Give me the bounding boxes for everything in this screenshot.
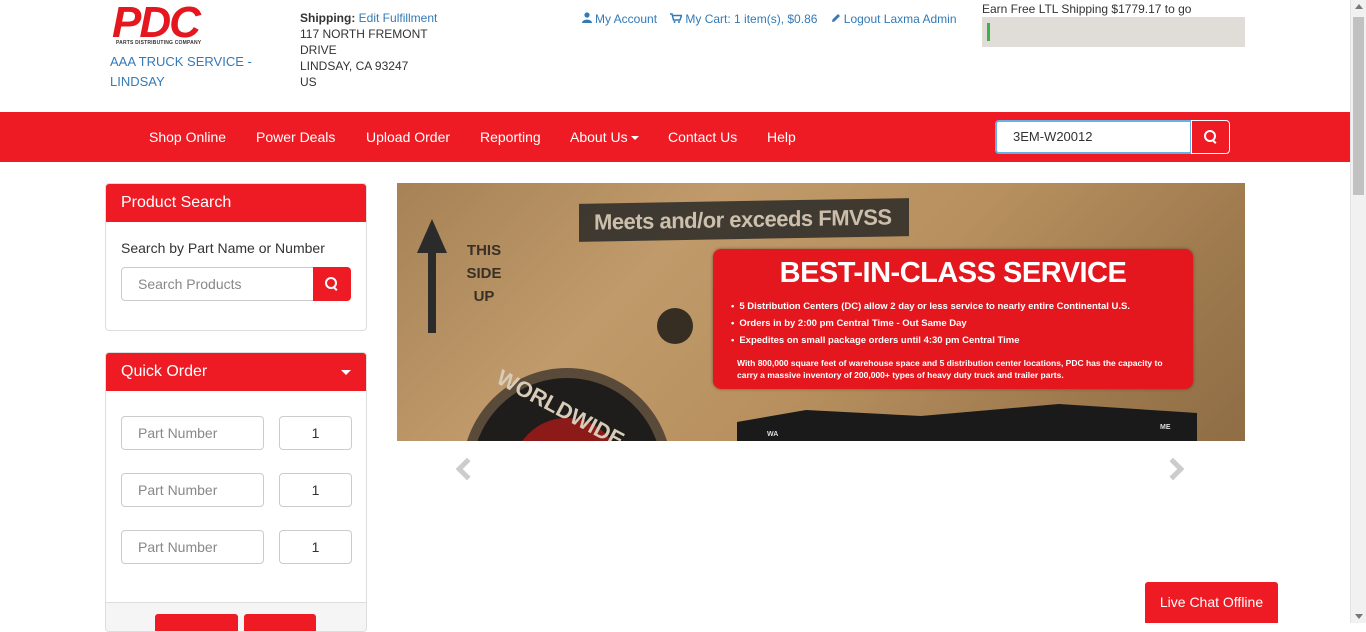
card-bullet: 5 Distribution Centers (DC) allow 2 day … [731, 301, 1130, 312]
product-search-input[interactable]: Search Products [121, 267, 314, 301]
quantity-input[interactable]: 1 [279, 473, 352, 507]
meets-strip: Meets and/or exceeds FMVSS [579, 198, 909, 242]
nav-about-us[interactable]: About Us [570, 112, 639, 162]
pencil-icon [831, 14, 840, 22]
meets-text: Meets and/or exceeds FMVSS [594, 204, 892, 235]
nav-reporting[interactable]: Reporting [480, 112, 541, 162]
chevron-right-icon [1161, 457, 1185, 481]
pdc-logo[interactable]: PDC PARTS DISTRIBUTING COMPANY [112, 0, 212, 48]
part-number-input[interactable]: Part Number [121, 416, 264, 450]
card-bullet: Orders in by 2:00 pm Central Time - Out … [731, 318, 966, 329]
nav-about-us-label: About Us [570, 129, 628, 145]
card-description: With 800,000 square feet of warehouse sp… [737, 358, 1163, 380]
ltl-shipping-progress: Earn Free LTL Shipping $1779.17 to go [982, 1, 1245, 47]
promo-carousel[interactable]: Meets and/or exceeds FMVSS THIS SIDE UP … [397, 183, 1245, 441]
this-side-up-text: THIS SIDE UP [459, 239, 509, 308]
caret-down-icon[interactable] [341, 370, 351, 375]
company-name-link[interactable]: AAA TRUCK SERVICE - LINDSAY [110, 52, 270, 92]
my-cart-link[interactable]: My Cart: 1 item(s), $0.86 [670, 12, 820, 26]
carousel-next-button[interactable] [1161, 457, 1187, 487]
shipping-label: Shipping: [300, 11, 356, 25]
product-search-label: Search by Part Name or Number [121, 240, 325, 256]
quick-order-action-button[interactable] [155, 614, 238, 631]
page-scrollbar[interactable] [1350, 0, 1366, 623]
my-account-link[interactable]: My Account [582, 12, 660, 26]
nav-power-deals[interactable]: Power Deals [256, 112, 335, 162]
card-title: BEST-IN-CLASS SERVICE [779, 257, 1127, 289]
nav-shop-online[interactable]: Shop Online [149, 112, 226, 162]
header-search: 3EM-W20012 [995, 120, 1230, 154]
live-chat-button[interactable]: Live Chat Offline [1145, 582, 1278, 623]
arrow-up-shaft [428, 253, 436, 333]
card-bullet: Expedites on small package orders until … [731, 335, 1019, 346]
address-line: LINDSAY, CA 93247 [300, 59, 409, 73]
decorative-circle [657, 308, 693, 344]
quick-order-row: Part Number 1 [121, 530, 353, 564]
map-label: WA [767, 431, 779, 438]
part-number-input[interactable]: Part Number [121, 530, 264, 564]
quick-order-row: Part Number 1 [121, 473, 353, 507]
quick-order-row: Part Number 1 [121, 416, 353, 450]
map-label: ME [1160, 424, 1171, 431]
chevron-left-icon [455, 457, 479, 481]
quick-order-panel: Quick Order Part Number 1 Part Number 1 … [105, 352, 367, 632]
cart-icon [670, 13, 683, 23]
quick-order-header[interactable]: Quick Order [106, 353, 366, 391]
nav-help[interactable]: Help [767, 112, 796, 162]
product-search-title: Product Search [106, 184, 366, 222]
best-in-class-card: BEST-IN-CLASS SERVICE 5 Distribution Cen… [713, 249, 1193, 389]
scrollbar-thumb[interactable] [1353, 17, 1364, 195]
address-line: US [300, 75, 317, 89]
part-number-input[interactable]: Part Number [121, 473, 264, 507]
ltl-progress-fill [987, 23, 990, 41]
carousel-prev-button[interactable] [453, 457, 479, 487]
ltl-shipping-text: Earn Free LTL Shipping $1779.17 to go [982, 2, 1192, 16]
scroll-up-arrow-icon[interactable] [1355, 4, 1363, 9]
arrow-up-icon [417, 219, 447, 253]
header-search-input[interactable]: 3EM-W20012 [995, 120, 1192, 154]
edit-fulfillment-link[interactable]: Edit Fulfillment [359, 11, 438, 25]
search-icon [325, 277, 339, 291]
main-nav: Shop Online Power Deals Upload Order Rep… [0, 112, 1350, 162]
this-side-up-line: THIS [466, 242, 502, 259]
quick-order-title: Quick Order [121, 363, 208, 380]
quantity-input[interactable]: 1 [279, 530, 352, 564]
address-line: 117 NORTH FREMONT [300, 27, 428, 41]
my-cart-label: My Cart: 1 item(s), $0.86 [685, 12, 818, 26]
nav-upload-order[interactable]: Upload Order [366, 112, 450, 162]
quick-order-footer [106, 602, 366, 631]
header-search-button[interactable] [1191, 120, 1230, 154]
user-icon [582, 12, 592, 23]
quick-order-action-button[interactable] [244, 614, 316, 631]
nav-contact-us[interactable]: Contact Us [668, 112, 737, 162]
logout-label: Logout Laxma Admin [843, 12, 957, 26]
address-line: DRIVE [300, 43, 337, 57]
shipping-info: Shipping: Edit Fulfillment 117 NORTH FRE… [300, 10, 470, 90]
this-side-up-line: SIDE [466, 265, 502, 282]
page-header: PDC PARTS DISTRIBUTING COMPANY AAA TRUCK… [0, 0, 1350, 112]
this-side-up-line: UP [473, 288, 495, 305]
scroll-down-arrow-icon[interactable] [1355, 614, 1363, 619]
my-account-label: My Account [595, 12, 658, 26]
search-icon [1203, 130, 1218, 144]
logout-link[interactable]: Logout Laxma Admin [831, 12, 957, 26]
quantity-input[interactable]: 1 [279, 416, 352, 450]
product-search-panel: Product Search Search by Part Name or Nu… [105, 183, 367, 331]
product-search-button[interactable] [313, 267, 351, 301]
ltl-progress-bar [982, 17, 1245, 47]
caret-down-icon [630, 136, 639, 141]
logo-subtitle: PARTS DISTRIBUTING COMPANY [116, 40, 202, 46]
account-links: My Account My Cart: 1 item(s), $0.86 Log… [582, 12, 967, 26]
logo-text: PDC [112, 0, 201, 47]
